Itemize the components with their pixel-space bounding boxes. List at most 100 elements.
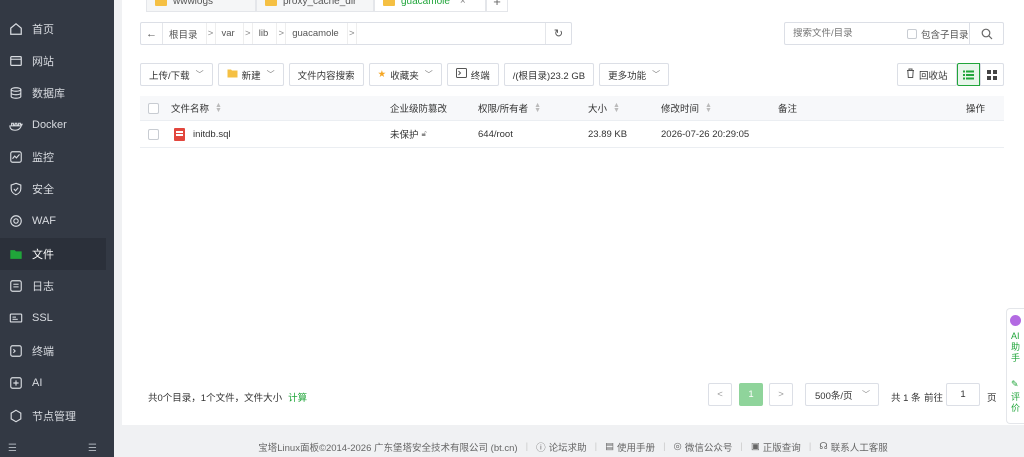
table-row[interactable]: initdb.sql 未保护 🔓︎ 644/root 23.89 KB 2026-… (140, 121, 1004, 148)
breadcrumb-lib[interactable]: lib > (253, 23, 287, 44)
home-icon (8, 21, 24, 37)
sidebar-item-monitor[interactable]: 监控 (0, 141, 114, 173)
sort-icon: ▲ ▼ (215, 102, 222, 114)
book-icon: ▤ (605, 441, 615, 452)
sidebar-item-nodes[interactable]: 节点管理 (0, 400, 114, 432)
breadcrumb-root[interactable]: 根目录 > (163, 23, 216, 44)
search-box: 包含子目录 (784, 22, 1004, 45)
recycle-bin-button[interactable]: 回收站 (897, 63, 957, 86)
ai-icon (8, 375, 24, 391)
column-header-size[interactable]: 大小 ▲ ▼ (588, 101, 620, 115)
shield-icon (8, 181, 24, 197)
chevron-right-icon: > (276, 23, 287, 44)
headset-icon: ☊ (819, 441, 828, 452)
support-link[interactable]: | ☊ 联系人工客服 (809, 440, 888, 454)
wechat-link[interactable]: | ◎ 微信公众号 (663, 440, 732, 454)
terminal-button[interactable]: 终端 (446, 63, 499, 86)
breadcrumb-guacamole[interactable]: guacamole > (286, 23, 357, 44)
forum-help-link[interactable]: | ⓘ 论坛求助 (526, 440, 587, 454)
row-checkbox[interactable] (148, 128, 159, 140)
chevron-right-icon: > (242, 23, 253, 44)
column-header-protect: 企业级防篡改 (390, 104, 448, 115)
more-functions-button[interactable]: 更多功能 ﹀ (599, 63, 670, 86)
sidebar-item-label: WAF (32, 215, 57, 227)
next-page-button[interactable]: > (769, 383, 793, 406)
sidebar-item-database[interactable]: 数据库 (0, 77, 114, 109)
monitor-icon (8, 149, 24, 165)
column-header-name[interactable]: 文件名称 ▲ ▼ (171, 101, 222, 115)
grid-view-button[interactable] (980, 63, 1004, 86)
goto-page-input[interactable]: 1 (946, 383, 980, 406)
node-icon (8, 408, 24, 424)
sidebar-item-label: 终端 (32, 346, 54, 358)
sidebar-item-waf[interactable]: WAF (0, 205, 114, 237)
tab-guacamole[interactable]: guacamole × (374, 0, 486, 12)
manual-link[interactable]: | ▤ 使用手册 (595, 440, 655, 454)
calculate-size-link[interactable]: 计算 (288, 393, 307, 404)
folder-icon (155, 0, 167, 6)
sidebar-item-label: 文件 (32, 249, 54, 261)
file-name[interactable]: initdb.sql (174, 127, 231, 141)
permission-owner[interactable]: 644/root (478, 129, 513, 140)
list-view-button[interactable] (957, 63, 980, 86)
protect-status[interactable]: 未保护 🔓︎ (390, 127, 427, 141)
sidebar-item-docker[interactable]: Docker (0, 109, 114, 141)
include-subdir-checkbox[interactable]: 包含子目录 (907, 27, 969, 41)
column-header-mtime[interactable]: 修改时间 ▲ ▼ (661, 101, 712, 115)
trash-icon (906, 68, 915, 81)
terminal-icon (455, 68, 467, 81)
menu-icon[interactable]: ☰ (8, 443, 17, 454)
column-header-ops: 操作 (966, 104, 986, 115)
sidebar-item-logs[interactable]: 日志 (0, 270, 114, 302)
star-icon: ★ (377, 69, 387, 80)
sidebar-item-files[interactable]: 文件 (0, 238, 106, 270)
favorites-button[interactable]: ★ 收藏夹 ﹀ (368, 63, 442, 86)
select-all-checkbox[interactable] (148, 102, 159, 114)
close-icon[interactable]: × (460, 0, 466, 7)
sidebar-item-label: 日志 (32, 281, 54, 293)
new-button[interactable]: 新建 ﹀ (217, 63, 284, 86)
upload-download-button[interactable]: 上传/下载 ﹀ (140, 63, 213, 86)
chevron-down-icon: ﹀ (195, 70, 204, 79)
sql-file-icon (174, 127, 185, 141)
license-query-link[interactable]: | ▣ 正版查询 (740, 440, 800, 454)
rate-label[interactable]: 评价 (1011, 392, 1021, 414)
goto-label: 前往 (924, 393, 944, 404)
ai-assistant-widget[interactable]: AI助手 ✎ 评价 (1006, 308, 1024, 424)
file-summary: 共0个目录，1个文件，文件大小 计算 (148, 393, 308, 404)
folder-icon (265, 0, 277, 6)
collapse-icon[interactable]: ☰ (88, 443, 97, 454)
add-tab-button[interactable]: + (486, 0, 508, 12)
checkbox[interactable] (907, 28, 917, 39)
prev-page-button[interactable]: < (708, 383, 732, 406)
disk-info-button[interactable]: /(根目录)23.2 GB (503, 63, 595, 86)
back-icon[interactable]: ← (141, 23, 163, 44)
page-size-select[interactable]: 500条/页 ﹀ (805, 383, 879, 406)
sort-icon: ▲ ▼ (534, 102, 542, 114)
search-input[interactable] (785, 28, 903, 39)
content-search-button[interactable]: 文件内容搜索 (288, 63, 364, 86)
sort-icon: ▲ ▼ (705, 102, 712, 114)
sidebar-item-ai[interactable]: AI (0, 367, 114, 399)
sidebar-item-home[interactable]: 首页 (0, 13, 114, 45)
table-header: 文件名称 ▲ ▼ 企业级防篡改 权限/所有者 ▲ ▼ 大小 ▲ ▼ 修改时间 ▲ ▼ 备注 操作 (140, 96, 1004, 121)
list-icon (963, 70, 974, 79)
log-icon (8, 278, 24, 294)
ai-assistant-label: AI助手 (1011, 331, 1021, 363)
breadcrumb-var[interactable]: var > (216, 23, 253, 44)
tab-proxy-cache-dir[interactable]: proxy_cache_dir (256, 0, 374, 12)
sidebar-item-website[interactable]: 网站 (0, 45, 114, 77)
page-1-button[interactable]: 1 (739, 383, 763, 406)
file-table: 文件名称 ▲ ▼ 企业级防篡改 权限/所有者 ▲ ▼ 大小 ▲ ▼ 修改时间 ▲ ▼ 备注 操作… (140, 96, 1004, 148)
file-size: 23.89 KB (588, 128, 628, 140)
search-button[interactable] (969, 23, 1003, 44)
sidebar-item-ssl[interactable]: SSL (0, 302, 114, 334)
sort-icon: ▲ ▼ (613, 102, 620, 114)
chevron-down-icon: ﹀ (266, 70, 275, 79)
tab-wwwlogs[interactable]: wwwlogs (146, 0, 256, 12)
sidebar-item-security[interactable]: 安全 (0, 173, 114, 205)
page-unit-label: 页 (987, 393, 997, 404)
refresh-icon[interactable]: ↻ (545, 23, 571, 44)
column-header-permission[interactable]: 权限/所有者 ▲ ▼ (478, 101, 541, 115)
sidebar-item-terminal[interactable]: 终端 (0, 335, 114, 367)
